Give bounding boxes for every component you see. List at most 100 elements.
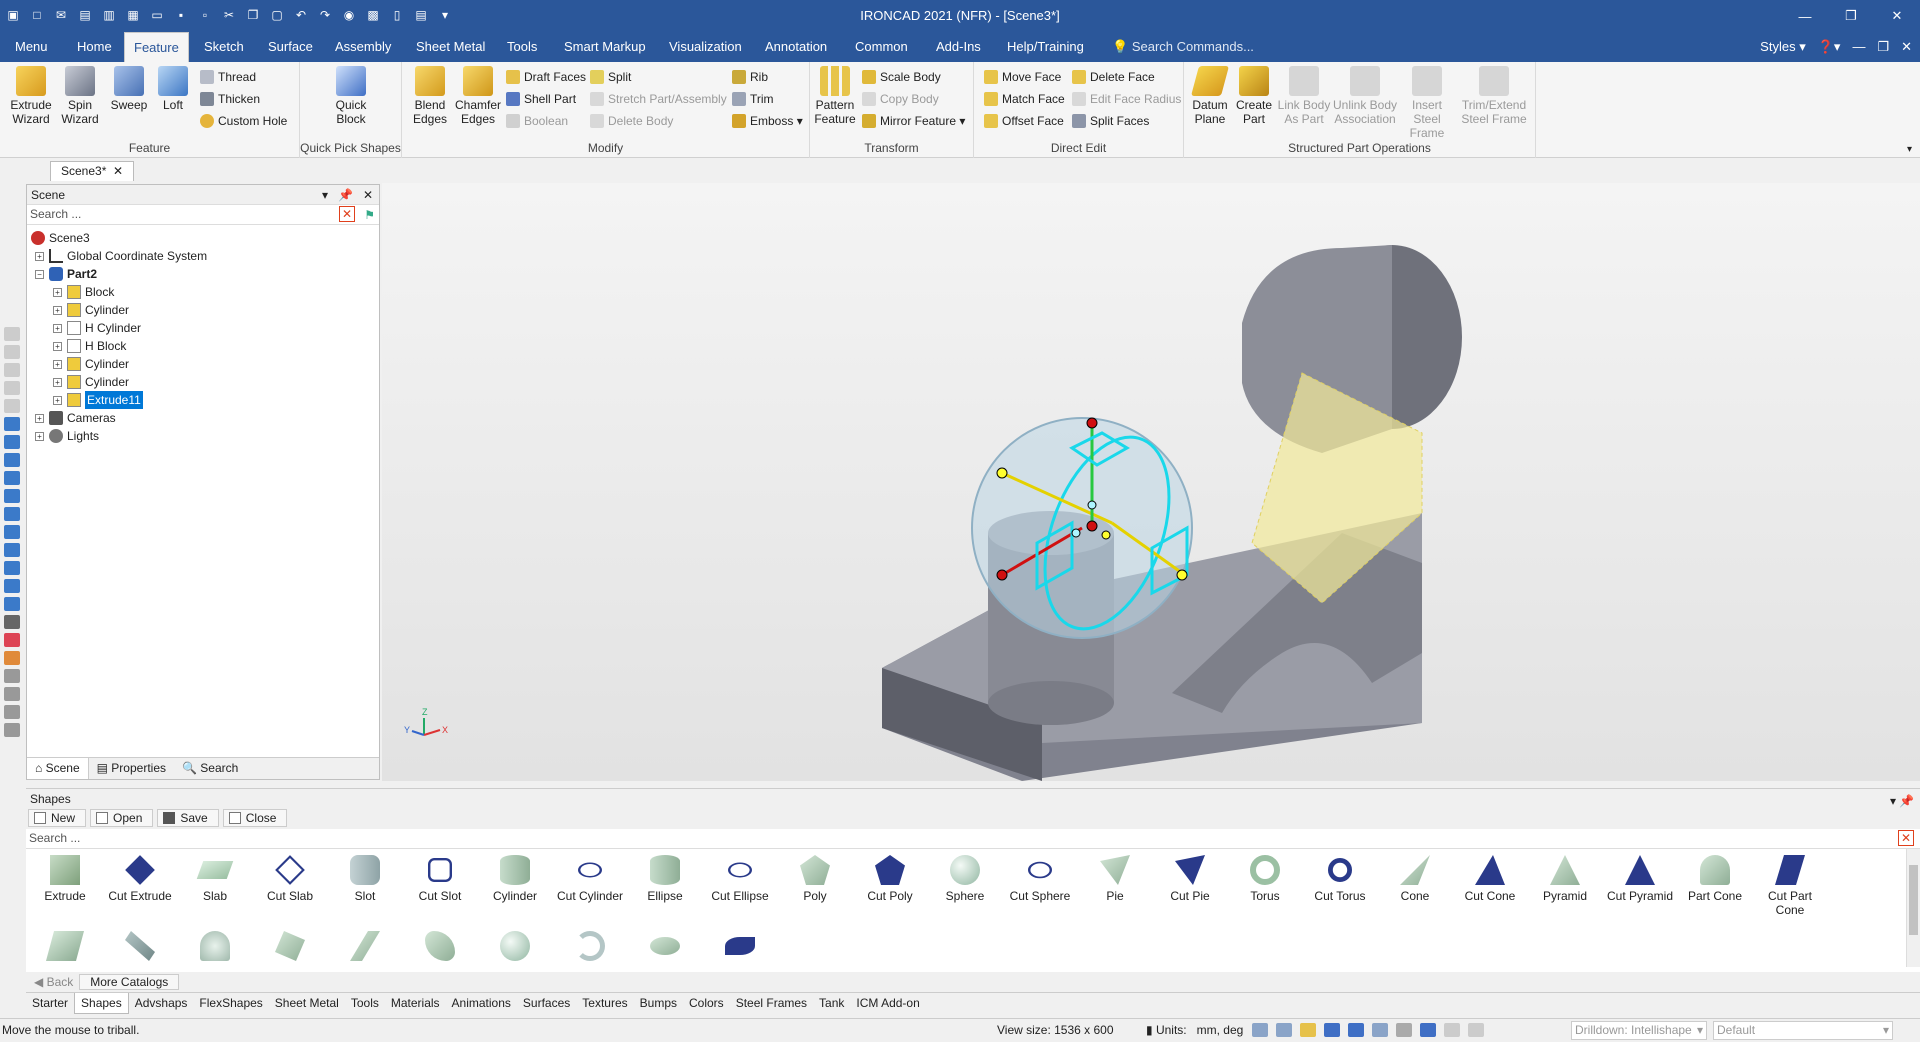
- shape-cylinder[interactable]: Cylinder: [478, 855, 552, 903]
- save-catalog-button[interactable]: Save: [157, 809, 219, 827]
- tab-search[interactable]: 🔍 Search: [174, 758, 246, 779]
- shapes-pin-icon[interactable]: 📌: [1899, 791, 1914, 811]
- styles-dropdown[interactable]: Styles ▾: [1760, 32, 1806, 62]
- sketch-icon[interactable]: [4, 705, 20, 719]
- triball-handle-yellow-center[interactable]: [1101, 530, 1111, 540]
- minimize-icon[interactable]: —: [1782, 0, 1828, 32]
- snap-icon[interactable]: [1348, 1023, 1364, 1037]
- shape-cut-pie[interactable]: Cut Pie: [1153, 855, 1227, 903]
- shape-row2-item[interactable]: [28, 931, 102, 965]
- catalog-tab-tools[interactable]: Tools: [345, 993, 385, 1014]
- trim-steel-frame-button[interactable]: Trim/Extend Steel Frame: [1456, 66, 1532, 126]
- expand-toggle[interactable]: +: [53, 323, 62, 333]
- expand-toggle[interactable]: +: [35, 431, 44, 441]
- view-right-icon[interactable]: [4, 471, 20, 485]
- section-icon[interactable]: [4, 633, 20, 647]
- shape-row2-item[interactable]: [328, 931, 402, 965]
- shape-torus[interactable]: Torus: [1228, 855, 1302, 903]
- view-top-icon[interactable]: [4, 489, 20, 503]
- view-bottom-icon[interactable]: [4, 507, 20, 521]
- shape-cut-ellipse[interactable]: Cut Ellipse: [703, 855, 777, 903]
- datum-plane-button[interactable]: Datum Plane: [1188, 66, 1232, 126]
- shape-cone[interactable]: Cone: [1378, 855, 1452, 903]
- shape-row2-item[interactable]: [628, 931, 702, 965]
- catalog-tab-steel-frames[interactable]: Steel Frames: [730, 993, 813, 1014]
- tab-sheet-metal[interactable]: Sheet Metal: [407, 32, 494, 62]
- shape-slot[interactable]: Slot: [328, 855, 402, 903]
- expand-toggle[interactable]: +: [53, 305, 62, 315]
- shapes-panel-menu-icon[interactable]: ▾: [1890, 791, 1896, 811]
- tree-item-block[interactable]: + Block: [53, 283, 114, 301]
- search-commands[interactable]: 💡 Search Commands...: [1112, 32, 1254, 62]
- emboss-button[interactable]: Emboss ▾: [732, 112, 803, 130]
- move-face-button[interactable]: Move Face: [984, 68, 1061, 86]
- expand-toggle[interactable]: +: [53, 395, 62, 405]
- view-left-icon[interactable]: [4, 453, 20, 467]
- copy-body-button[interactable]: Copy Body: [862, 90, 939, 108]
- edit-face-radius-button[interactable]: Edit Face Radius: [1072, 90, 1181, 108]
- catalog-tab-advshaps[interactable]: Advshaps: [129, 993, 194, 1014]
- 3d-viewport[interactable]: Z X Y: [382, 183, 1920, 781]
- tool-grey-icon-5[interactable]: [4, 399, 20, 413]
- shape-row2-item[interactable]: [253, 931, 327, 965]
- custom-hole-button[interactable]: Custom Hole: [200, 112, 287, 130]
- dimension-icon[interactable]: [4, 723, 20, 737]
- match-face-button[interactable]: Match Face: [984, 90, 1065, 108]
- triball-handle-cyan-1[interactable]: [1087, 500, 1097, 510]
- quick-block-button[interactable]: Quick Block: [326, 66, 376, 126]
- view-dimetric-icon[interactable]: [4, 543, 20, 557]
- expand-toggle[interactable]: +: [53, 287, 62, 297]
- stretch-button[interactable]: Stretch Part/Assembly: [590, 90, 727, 108]
- shape-cut-pyramid[interactable]: Cut Pyramid: [1603, 855, 1677, 903]
- rotate-icon[interactable]: [4, 669, 20, 683]
- tool-grey-icon-2[interactable]: [4, 345, 20, 359]
- collapse-toggle[interactable]: −: [35, 269, 44, 279]
- expand-toggle[interactable]: +: [53, 341, 62, 351]
- new-catalog-button[interactable]: New: [28, 809, 87, 827]
- shape-row2-item[interactable]: [403, 931, 477, 965]
- clear-shapes-search-icon[interactable]: ✕: [1898, 830, 1914, 846]
- default-style-select[interactable]: Default ▾: [1713, 1021, 1893, 1040]
- view-front-icon[interactable]: [4, 417, 20, 431]
- pattern-feature-button[interactable]: Pattern Feature: [814, 66, 856, 126]
- zoom-out-icon[interactable]: [1276, 1023, 1292, 1037]
- zoom-in-icon[interactable]: [1252, 1023, 1268, 1037]
- thicken-button[interactable]: Thicken: [200, 90, 260, 108]
- view-normal-icon[interactable]: [4, 579, 20, 593]
- shape-row2-item[interactable]: [553, 931, 627, 965]
- spin-wizard-button[interactable]: Spin Wizard: [56, 66, 104, 126]
- close-tab-icon[interactable]: ✕: [113, 164, 123, 178]
- panel-close-icon[interactable]: ✕: [363, 185, 373, 205]
- shape-cut-torus[interactable]: Cut Torus: [1303, 855, 1377, 903]
- tool-grey-icon-3[interactable]: [4, 363, 20, 377]
- close-window-icon[interactable]: ✕: [1874, 0, 1920, 32]
- filter-icon[interactable]: ⚑: [364, 206, 375, 224]
- catalog-tab-textures[interactable]: Textures: [576, 993, 633, 1014]
- help-icon[interactable]: ❓▾: [1818, 32, 1841, 62]
- ribbon-minimize-icon[interactable]: —: [1852, 32, 1865, 62]
- expand-toggle[interactable]: +: [53, 359, 62, 369]
- triball-handle-red-left[interactable]: [996, 569, 1008, 581]
- scale-body-button[interactable]: Scale Body: [862, 68, 941, 86]
- measure-icon[interactable]: [4, 615, 20, 629]
- pin-icon[interactable]: 📌: [338, 185, 353, 205]
- catalog-scroll-thumb[interactable]: [1909, 865, 1918, 935]
- thread-button[interactable]: Thread: [200, 68, 256, 86]
- tree-item-lights[interactable]: + Lights: [35, 427, 99, 445]
- tab-home[interactable]: Home: [68, 32, 121, 62]
- tab-help-training[interactable]: Help/Training: [998, 32, 1093, 62]
- triball-handle-cyan-2[interactable]: [1071, 528, 1081, 538]
- shape-extrude[interactable]: Extrude: [28, 855, 102, 903]
- tree-item-scene3[interactable]: Scene3: [31, 229, 90, 247]
- shape-row2-item[interactable]: [178, 931, 252, 965]
- cursor-icon[interactable]: [1468, 1023, 1484, 1037]
- tab-sketch[interactable]: Sketch: [195, 32, 253, 62]
- scene-search-input[interactable]: Search ... ✕ ⚑: [27, 205, 379, 225]
- rib-button[interactable]: Rib: [732, 68, 768, 86]
- document-tab-scene3[interactable]: Scene3* ✕: [50, 161, 135, 181]
- split-button[interactable]: Split: [590, 68, 631, 86]
- delete-body-button[interactable]: Delete Body: [590, 112, 673, 130]
- shape-pie[interactable]: Pie: [1078, 855, 1152, 903]
- shape-cut-slot[interactable]: Cut Slot: [403, 855, 477, 903]
- shape-ellipse[interactable]: Ellipse: [628, 855, 702, 903]
